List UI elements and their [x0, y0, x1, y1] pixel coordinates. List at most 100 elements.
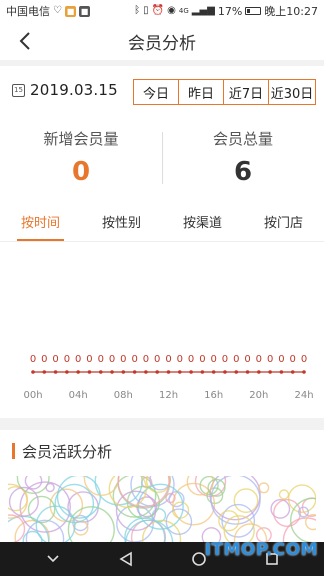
battery-icon	[245, 7, 262, 15]
range-30days-button[interactable]: 近30日	[269, 80, 315, 104]
x-tick-label: 16h	[204, 390, 223, 401]
member-stats: 新增会员量 0 会员总量 6	[0, 122, 324, 206]
section-accent-bar	[12, 443, 15, 459]
data-point	[132, 370, 137, 374]
data-point	[65, 370, 69, 374]
data-label: 0	[256, 354, 262, 365]
calendar-icon: 15	[12, 83, 25, 97]
data-point	[121, 370, 126, 374]
data-point	[189, 370, 193, 374]
page-title: 会员分析	[128, 33, 196, 54]
tab-by-gender[interactable]: 按性别	[81, 206, 162, 241]
vibrate-icon: ▯	[143, 5, 149, 16]
data-label: 0	[233, 354, 239, 365]
network-type-label: 4G	[178, 7, 189, 15]
tab-by-channel[interactable]: 按渠道	[162, 206, 243, 241]
heart-icon: ♡	[53, 5, 62, 16]
section-title: 会员活跃分析	[22, 442, 113, 461]
battery-percent: 17%	[217, 4, 243, 18]
data-point	[234, 370, 239, 374]
data-point	[290, 370, 295, 374]
x-tick-label: 08h	[114, 390, 133, 401]
x-tick-label: 04h	[69, 390, 88, 401]
new-members-value: 0	[71, 157, 91, 187]
watermark-text: ITMOP.COM	[204, 540, 318, 560]
total-members-label: 会员总量	[212, 130, 273, 148]
tab-by-time[interactable]: 按时间	[0, 206, 81, 241]
chevron-down-icon	[46, 555, 59, 563]
data-label: 0	[120, 354, 126, 365]
data-label: 0	[52, 354, 58, 365]
bubble-circle	[233, 488, 259, 514]
data-label: 0	[210, 354, 216, 365]
eye-icon: ◉	[167, 5, 176, 16]
bubble-circle	[8, 514, 26, 542]
data-label: 0	[143, 354, 149, 365]
data-point	[76, 370, 80, 374]
x-tick-label: 12h	[159, 390, 178, 401]
activity-section-header: 会员活跃分析	[0, 430, 324, 472]
analysis-tabs: 按时间 按性别 按渠道 按门店	[0, 206, 324, 242]
data-point	[268, 370, 272, 374]
data-point	[98, 370, 103, 374]
nav-back-button[interactable]	[113, 546, 139, 572]
bubble-circle	[258, 482, 270, 494]
clock: 晚上10:27	[264, 5, 318, 18]
data-label: 0	[244, 354, 250, 365]
signal-icon: ▂▄▆	[191, 5, 215, 16]
activity-graphic	[8, 476, 316, 542]
tab-by-store[interactable]: 按门店	[243, 206, 324, 241]
triangle-back-icon	[118, 551, 132, 567]
data-point	[42, 370, 47, 374]
selected-date: 2019.03.15	[30, 81, 118, 99]
data-point	[257, 370, 261, 374]
carrier-name: 中国电信	[6, 5, 50, 18]
x-tick-label: 00h	[23, 390, 42, 401]
line-chart: 0 0 0 0 0 0 0 0 0 0 0 0 0 0 0 0 0 0 0 0 0 0 0 0 000h 04h 08h 12h 16h…	[23, 354, 313, 401]
total-members-stat: 会员总量 6	[162, 128, 324, 187]
bubble-circle	[45, 482, 55, 493]
nav-collapse-button[interactable]	[40, 546, 66, 572]
data-label: 0	[278, 354, 284, 365]
data-point	[200, 370, 205, 374]
date-filter-row: 15 2019.03.15 今日 昨日 近7日 近30日	[0, 66, 324, 122]
data-label: 0	[154, 354, 160, 365]
message-notification-icon: ■	[78, 5, 90, 17]
data-label: 0	[86, 354, 92, 365]
data-label: 0	[290, 354, 296, 365]
data-label: 0	[75, 354, 81, 365]
x-tick-label: 24h	[294, 390, 313, 401]
alarm-icon: ⏰	[151, 5, 165, 16]
range-7days-button[interactable]: 近7日	[224, 80, 269, 104]
range-selector: 今日 昨日 近7日 近30日	[133, 79, 316, 105]
data-label: 0	[30, 354, 36, 365]
back-button[interactable]	[10, 26, 40, 56]
data-label: 0	[301, 354, 307, 365]
data-point	[87, 370, 92, 374]
data-point	[177, 370, 182, 374]
data-label: 0	[41, 354, 47, 365]
x-tick-label: 20h	[249, 390, 268, 401]
data-point	[166, 370, 171, 374]
activity-graphic-panel	[0, 472, 324, 542]
data-point	[302, 370, 306, 374]
data-label: 0	[165, 354, 171, 365]
range-yesterday-button[interactable]: 昨日	[179, 80, 224, 104]
data-label: 0	[109, 354, 115, 365]
data-point	[31, 370, 35, 374]
data-label: 0	[222, 354, 228, 365]
status-left: 中国电信 ♡ ■ ■	[6, 3, 90, 19]
range-today-button[interactable]: 今日	[134, 80, 179, 104]
status-right: ᛒ ▯ ⏰ ◉ 4G ▂▄▆ 17% 晚上10:27	[134, 3, 318, 19]
time-chart: 0 0 0 0 0 0 0 0 0 0 0 0 0 0 0 0 0 0 0 0 0 0 0 0 0 00h 04h 08h 12h 16h…	[0, 242, 324, 418]
data-point	[245, 370, 250, 374]
status-bar: 中国电信 ♡ ■ ■ ᛒ ▯ ⏰ ◉ 4G ▂▄▆ 17% 晚上10:27	[0, 0, 324, 22]
total-members-value: 6	[233, 157, 253, 187]
data-label: 0	[177, 354, 183, 365]
back-arrow-icon	[19, 32, 30, 50]
data-point	[110, 370, 114, 374]
app-notification-icon: ■	[64, 5, 76, 17]
data-point	[211, 370, 216, 374]
data-point	[223, 370, 227, 374]
date-picker[interactable]: 15 2019.03.15	[12, 81, 118, 99]
